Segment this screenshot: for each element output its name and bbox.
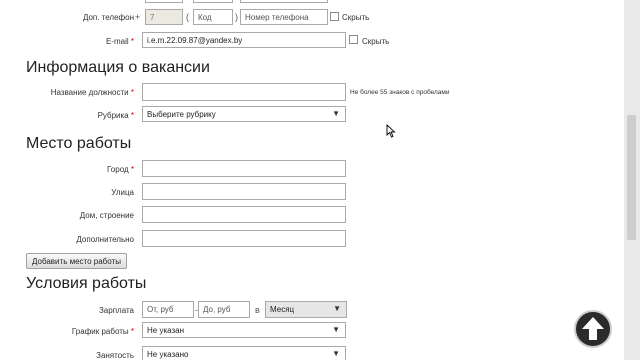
job-title-label-text: Название должности [50,88,129,97]
mouse-cursor-icon [386,124,396,138]
required-mark: * [130,88,134,97]
salary-label: Зарплата [98,306,134,315]
schedule-select[interactable]: Не указан ▼ [142,322,346,338]
city-label: Город * [4,165,134,174]
building-label: Дом, строение [79,211,134,220]
city-input[interactable] [142,160,346,177]
country-code-field: 7 [145,9,183,25]
hide-phone-checkbox[interactable] [330,12,339,21]
arrow-up-icon [582,317,604,340]
job-title-label: Название должности * [4,88,134,97]
required-mark: * [130,37,134,46]
additional-phone-label: Доп. телефон [82,13,134,22]
conditions-heading: Условия работы [26,275,147,292]
salary-from-input[interactable]: От, руб [142,301,194,318]
employment-select[interactable]: Не указано ▼ [142,346,346,360]
scrollbar-thumb[interactable] [627,115,636,240]
required-mark: * [130,165,134,174]
salary-period-value: Месяц [270,305,295,314]
close-paren: ) [235,12,238,22]
rubric-label-text: Рубрика [97,111,129,120]
city-label-text: Город [107,165,129,174]
scroll-to-top-button[interactable] [574,310,612,348]
extra-address-input[interactable] [142,230,346,247]
chevron-down-icon: ▼ [332,325,340,334]
hide-email-label: Скрыть [362,37,390,46]
job-title-input[interactable] [142,83,346,101]
phone-number-input[interactable]: Номер телефона [240,9,328,25]
add-workplace-button[interactable]: Добавить место работы [26,253,127,269]
email-input[interactable]: i.e.m.22.09.87@yandex.by [142,32,346,48]
cut-off-input [240,0,328,3]
rubric-label: Рубрика * [4,111,134,120]
salary-period-select[interactable]: Месяц ▼ [265,301,347,318]
salary-per-label: в [255,305,260,315]
hide-email-checkbox[interactable] [349,35,358,44]
vacancy-info-heading: Информация о вакансии [26,59,210,76]
schedule-label-text: График работы [71,327,129,336]
workplace-heading: Место работы [26,135,132,152]
salary-to-input[interactable]: До, руб [198,301,250,318]
area-code-input[interactable]: Код [193,9,233,25]
rubric-select[interactable]: Выберите рубрику ▼ [142,106,346,122]
job-title-hint: Не более 55 знаков с пробелами [350,89,450,96]
plus-sign: + [135,12,141,22]
email-label-text: E-mail [105,37,129,46]
employment-select-value: Не указано [147,350,189,359]
street-label: Улица [111,188,134,197]
chevron-down-icon: ▼ [332,349,340,358]
extra-address-label: Дополнительно [76,235,134,244]
chevron-down-icon: ▼ [333,304,341,313]
cut-off-input [145,0,183,3]
required-mark: * [130,111,134,120]
chevron-down-icon: ▼ [332,109,340,118]
schedule-label: График работы * [4,327,134,336]
employment-label: Занятость [96,351,134,360]
hide-phone-label: Скрыть [342,13,370,22]
building-input[interactable] [142,206,346,223]
schedule-select-value: Не указан [147,326,185,335]
cut-off-input [193,0,233,3]
rubric-select-value: Выберите рубрику [147,110,216,119]
email-label: E-mail * [4,37,134,46]
open-paren: ( [186,12,189,22]
required-mark: * [130,327,134,336]
street-input[interactable] [142,183,346,200]
